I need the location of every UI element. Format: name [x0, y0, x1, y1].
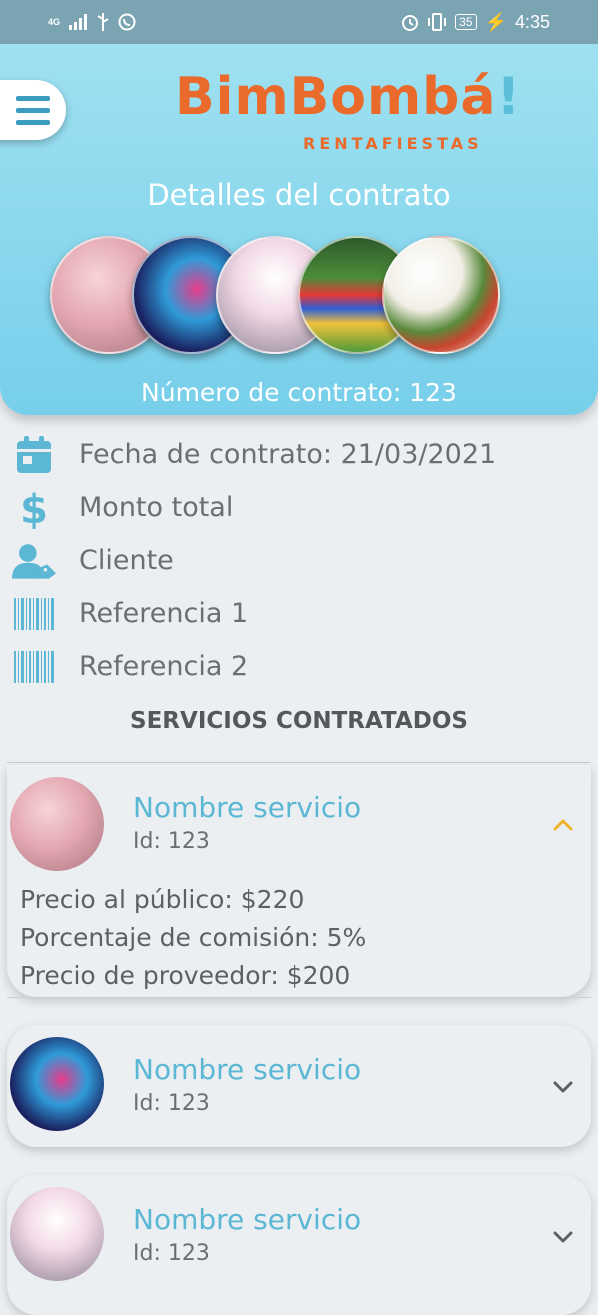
service-details: Precio al público: $220 Porcentaje de co… [20, 881, 366, 995]
commission-percentage: Porcentaje de comisión: 5% [20, 923, 367, 952]
service-card-expanded[interactable]: Nombre servicio Id: 123 Precio al públic… [7, 765, 591, 997]
page-title: Detalles del contrato [147, 178, 451, 212]
chevron-up-icon[interactable] [551, 813, 575, 837]
usb-icon [97, 13, 109, 31]
service-thumb-cake [10, 777, 104, 871]
service-id: Id: 123 [133, 1091, 210, 1116]
info-row-date: Fecha de contrato: 21/03/2021 [0, 428, 598, 481]
contract-number: Número de contrato: 123 [141, 378, 457, 407]
clock: 4:35 [514, 11, 550, 32]
client: Cliente [79, 545, 174, 576]
vibrate-icon [428, 13, 447, 31]
status-bar-left: 4G [48, 13, 136, 31]
service-card[interactable]: Nombre servicio Id: 123 [7, 1175, 591, 1315]
service-name: Nombre servicio [133, 1053, 362, 1086]
info-row-client: Cliente [0, 534, 598, 587]
provider-price: Precio de proveedor: $200 [20, 961, 351, 990]
divider [7, 762, 591, 763]
menu-icon-bar [16, 119, 50, 125]
svg-text:$: $ [20, 487, 48, 529]
info-row-total: $ Monto total [0, 481, 598, 534]
services-section-title: SERVICIOS CONTRATADOS [130, 708, 468, 734]
battery-level: 35 [455, 14, 477, 30]
contract-header: BimBombá! RENTAFIESTAS Detalles del cont… [0, 44, 598, 415]
network-type: 4G [48, 16, 61, 27]
service-id: Id: 123 [133, 829, 210, 854]
service-name: Nombre servicio [133, 791, 362, 824]
alarm-icon [402, 15, 419, 31]
status-bar-right: 35 ⚡ 4:35 [401, 12, 550, 33]
menu-icon-bar [16, 95, 50, 101]
chevron-down-icon[interactable] [551, 1225, 575, 1249]
calendar-icon [12, 433, 56, 477]
divider [7, 997, 591, 998]
signal-icon [69, 14, 88, 30]
brand-logo: BimBombá! RENTAFIESTAS [175, 66, 520, 153]
contract-date: Fecha de contrato: 21/03/2021 [79, 439, 497, 470]
charging-icon: ⚡ [484, 11, 507, 32]
menu-icon-bar [16, 107, 50, 113]
client-icon [12, 539, 56, 583]
logo-subtitle: RENTAFIESTAS [303, 134, 483, 153]
whatsapp-icon [118, 13, 136, 31]
logo-exclamation: ! [496, 67, 522, 127]
service-thumb-decoration [10, 1187, 104, 1281]
service-id: Id: 123 [133, 1241, 210, 1266]
reference-2: Referencia 2 [79, 651, 249, 682]
service-name: Nombre servicio [133, 1203, 362, 1236]
total-amount: Monto total [79, 492, 234, 523]
menu-button[interactable] [0, 80, 66, 140]
public-price: Precio al público: $220 [20, 885, 305, 914]
status-bar: 4G 35 ⚡ 4:35 [0, 0, 598, 44]
info-row-reference-1: Referencia 1 [0, 587, 598, 640]
logo-main-text: BimBombá [175, 67, 497, 127]
dollar-icon: $ [12, 486, 56, 530]
barcode-icon [12, 645, 56, 689]
chevron-down-icon[interactable] [551, 1075, 575, 1099]
barcode-icon [12, 592, 56, 636]
service-thumb-pinata [10, 1037, 104, 1131]
reference-1: Referencia 1 [79, 598, 249, 629]
photo-food [382, 236, 500, 354]
info-row-reference-2: Referencia 2 [0, 640, 598, 693]
logo-wordmark: BimBombá! [175, 66, 520, 128]
contract-info-list: Fecha de contrato: 21/03/2021 $ Monto to… [0, 428, 598, 693]
service-card[interactable]: Nombre servicio Id: 123 [7, 1025, 591, 1147]
service-photos [50, 236, 510, 356]
